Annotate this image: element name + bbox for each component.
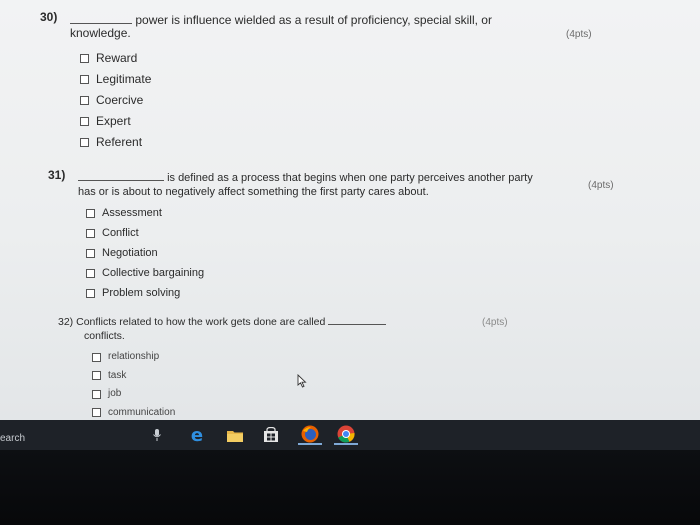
- checkbox[interactable]: [80, 138, 89, 147]
- option-31-negotiation[interactable]: Negotiation: [86, 243, 204, 263]
- question-31-points: (4pts): [588, 180, 614, 191]
- answer-blank-30: [70, 23, 132, 24]
- option-label: task: [108, 369, 127, 381]
- option-32-task[interactable]: task: [92, 367, 175, 386]
- option-label: Negotiation: [102, 247, 158, 259]
- option-label: Assessment: [102, 207, 162, 219]
- option-31-problem-solving[interactable]: Problem solving: [86, 283, 204, 303]
- chrome-icon[interactable]: [334, 425, 358, 445]
- option-31-conflict[interactable]: Conflict: [86, 223, 204, 243]
- option-label: Expert: [96, 114, 131, 128]
- question-30-line-1: power is influence wielded as a result o…: [70, 13, 492, 27]
- option-30-expert[interactable]: Expert: [80, 111, 151, 132]
- question-32-options: relationship task job communication: [92, 348, 175, 422]
- taskbar-search-box[interactable]: earch: [0, 433, 25, 444]
- checkbox[interactable]: [92, 352, 101, 362]
- question-30-points: (4pts): [566, 29, 592, 40]
- checkbox[interactable]: [86, 208, 95, 218]
- option-31-collective-bargaining[interactable]: Collective bargaining: [86, 263, 204, 283]
- question-31-text: is defined as a process that begins when…: [167, 172, 533, 184]
- option-label: job: [108, 388, 122, 399]
- checkbox[interactable]: [92, 389, 101, 399]
- option-label: Problem solving: [102, 287, 181, 299]
- question-30-number: 30): [40, 10, 58, 24]
- option-label: Conflict: [102, 227, 139, 239]
- option-label: Referent: [96, 135, 143, 149]
- question-30-line-2: knowledge.: [70, 26, 131, 40]
- option-label: Legitimate: [96, 72, 152, 86]
- question-30-text: power is influence wielded as a result o…: [135, 13, 492, 27]
- checkbox[interactable]: [80, 54, 89, 63]
- question-31-line-2: has or is about to negatively affect som…: [78, 186, 429, 198]
- checkbox[interactable]: [86, 248, 95, 258]
- answer-blank-32: [328, 324, 387, 325]
- question-32-text: Conflicts related to how the work gets d…: [76, 316, 326, 328]
- microphone-icon[interactable]: [150, 425, 164, 445]
- option-label: Reward: [96, 51, 138, 65]
- checkbox[interactable]: [86, 268, 95, 278]
- question-30-options: Reward Legitimate Coercive Expert Refere…: [80, 48, 151, 153]
- checkbox[interactable]: [80, 75, 89, 84]
- store-icon[interactable]: [260, 425, 282, 445]
- quiz-page: 30) power is influence wielded as a resu…: [0, 0, 700, 420]
- checkbox[interactable]: [86, 228, 95, 238]
- question-31-number: 31): [48, 168, 66, 182]
- checkbox[interactable]: [86, 288, 95, 298]
- mouse-cursor-icon: [297, 374, 307, 388]
- option-31-assessment[interactable]: Assessment: [86, 203, 204, 223]
- question-32-number: 32): [58, 316, 74, 328]
- question-31-options: Assessment Conflict Negotiation Collecti…: [86, 203, 204, 303]
- firefox-icon[interactable]: [298, 425, 322, 445]
- checkbox[interactable]: [80, 96, 89, 105]
- question-32-line-1: 32) Conflicts related to how the work ge…: [58, 316, 387, 328]
- option-label: Coercive: [96, 93, 144, 107]
- file-explorer-icon[interactable]: [224, 425, 246, 445]
- checkbox[interactable]: [92, 371, 101, 381]
- answer-blank-31: [78, 180, 164, 181]
- edge-browser-icon[interactable]: e: [186, 425, 208, 446]
- question-31-line-1: is defined as a process that begins when…: [78, 172, 533, 184]
- option-32-relationship[interactable]: relationship: [92, 348, 175, 367]
- checkbox[interactable]: [80, 117, 89, 126]
- option-label: relationship: [108, 351, 160, 362]
- question-32-points: (4pts): [482, 317, 508, 328]
- option-label: Collective bargaining: [102, 267, 205, 279]
- option-30-referent[interactable]: Referent: [80, 132, 151, 153]
- question-32-line-2: conflicts.: [84, 330, 125, 342]
- option-30-reward[interactable]: Reward: [80, 48, 151, 69]
- monitor-bezel: [0, 450, 700, 525]
- option-30-coercive[interactable]: Coercive: [80, 90, 151, 111]
- option-30-legitimate[interactable]: Legitimate: [80, 69, 151, 90]
- checkbox[interactable]: [92, 408, 101, 418]
- option-32-job[interactable]: job: [92, 385, 175, 404]
